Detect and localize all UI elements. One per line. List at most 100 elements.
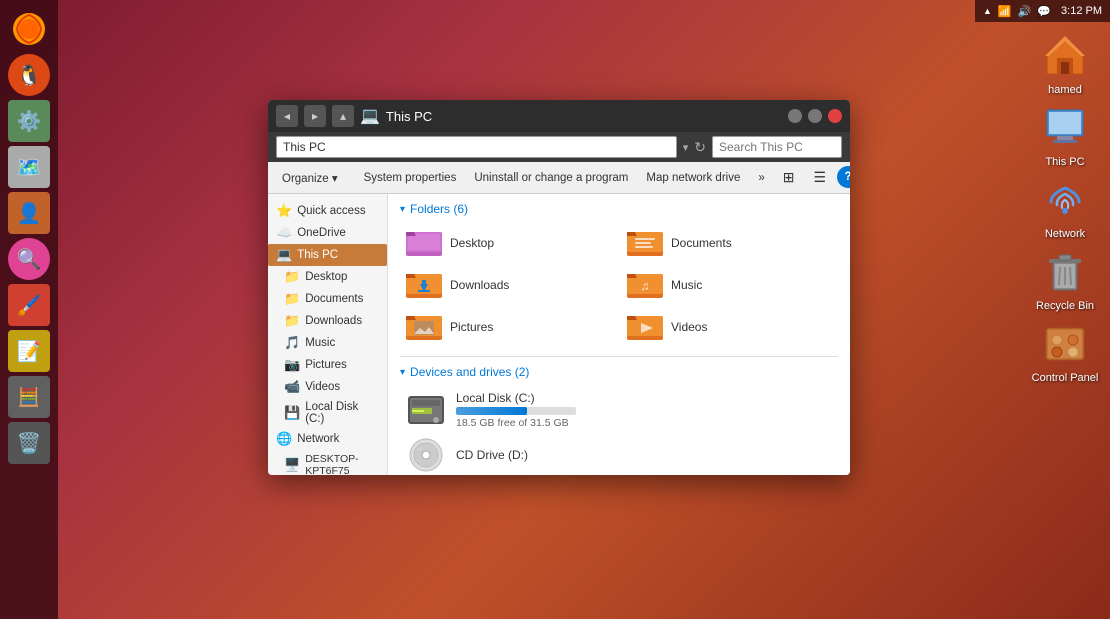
sidebar-item-pictures[interactable]: 📷 Pictures	[268, 354, 387, 376]
refresh-button[interactable]: ↻	[694, 139, 706, 156]
folder-downloads[interactable]: Downloads	[400, 266, 617, 304]
local-disk-name: Local Disk (C:)	[456, 391, 576, 405]
window-icon: 💻	[360, 106, 380, 126]
sidebar-item-quick-access[interactable]: ⭐ Quick access	[268, 200, 387, 222]
cd-drive-info: CD Drive (D:)	[456, 448, 528, 462]
desktop-icon-this-pc[interactable]: This PC	[1025, 104, 1105, 168]
section-divider	[400, 356, 838, 357]
firefox-taskbar-icon[interactable]	[8, 8, 50, 50]
sidebar-item-onedrive[interactable]: ☁️ OneDrive	[268, 222, 387, 244]
maps-taskbar-icon[interactable]: 🗺️	[8, 146, 50, 188]
pictures-folder-icon	[406, 312, 442, 342]
folder-videos[interactable]: Videos	[621, 308, 838, 346]
folders-section-header[interactable]: Folders (6)	[400, 202, 838, 216]
this-pc-label: This PC	[1045, 156, 1084, 168]
view-toggle-button[interactable]: ⊞	[775, 166, 803, 190]
calc-taskbar-icon[interactable]: 🧮	[8, 376, 50, 418]
address-input[interactable]	[276, 136, 677, 158]
sidebar-item-downloads[interactable]: 📁 Downloads	[268, 310, 387, 332]
desktop-sidebar-icon: 📁	[284, 269, 300, 285]
folder-pictures[interactable]: Pictures	[400, 308, 617, 346]
documents-folder-name: Documents	[671, 236, 732, 250]
downloads-sidebar-icon: 📁	[284, 313, 300, 329]
local-disk-sidebar-icon: 💾	[284, 405, 300, 421]
videos-sidebar-icon: 📹	[284, 379, 300, 395]
tray-chevron[interactable]: ▲	[983, 6, 992, 16]
system-properties-button[interactable]: System properties	[356, 166, 465, 190]
help-button[interactable]: ?	[837, 166, 850, 188]
back-button[interactable]: ◂	[276, 105, 298, 127]
onedrive-icon: ☁️	[276, 225, 292, 241]
desktop-icon-hamed[interactable]: hamed	[1025, 32, 1105, 96]
devices-section-header[interactable]: Devices and drives (2)	[400, 365, 838, 379]
minimize-button[interactable]	[788, 109, 802, 123]
settings-taskbar-icon[interactable]: ⚙️	[8, 100, 50, 142]
music-sidebar-icon: 🎵	[284, 335, 300, 351]
sidebar-item-local-disk[interactable]: 💾 Local Disk (C:)	[268, 398, 387, 428]
folder-desktop[interactable]: Desktop	[400, 224, 617, 262]
sidebar-item-this-pc[interactable]: 💻 This PC	[268, 244, 387, 266]
sidebar-item-desktop[interactable]: 📁 Desktop	[268, 266, 387, 288]
sidebar-item-videos[interactable]: 📹 Videos	[268, 376, 387, 398]
tray-volume-icon[interactable]: 🔊	[1018, 5, 1032, 18]
system-tray: ▲ 📶 🔊 💬 3:12 PM	[975, 0, 1110, 22]
contacts-taskbar-icon[interactable]: 👤	[8, 192, 50, 234]
title-bar: ◂ ▸ ▴ 💻 This PC	[268, 100, 850, 132]
drive-local-disk[interactable]: Local Disk (C:) 18.5 GB free of 31.5 GB	[400, 387, 838, 433]
main-content: ⭐ Quick access ☁️ OneDrive 💻 This PC 📁 D…	[268, 194, 850, 475]
local-disk-icon	[406, 392, 446, 428]
cd-drive-icon	[406, 437, 446, 473]
desktop-icon-recycle-bin[interactable]: Recycle Bin	[1025, 248, 1105, 312]
svg-text:♫: ♫	[641, 279, 650, 293]
map-network-button[interactable]: Map network drive	[638, 166, 748, 190]
trash-taskbar-icon[interactable]: 🗑️	[8, 422, 50, 464]
drives-section: Local Disk (C:) 18.5 GB free of 31.5 GB	[400, 387, 838, 475]
downloads-folder-icon	[406, 270, 442, 300]
sidebar-item-music[interactable]: 🎵 Music	[268, 332, 387, 354]
folders-grid: Desktop Documents	[400, 224, 838, 346]
close-button[interactable]	[828, 109, 842, 123]
recycle-bin-label: Recycle Bin	[1036, 300, 1094, 312]
tray-notification-icon[interactable]: 💬	[1037, 5, 1051, 18]
music-folder-name: Music	[671, 278, 702, 292]
drive-cd[interactable]: CD Drive (D:)	[400, 433, 838, 475]
control-panel-label: Control Panel	[1032, 372, 1099, 384]
more-button[interactable]: »	[750, 166, 772, 190]
sidebar: ⭐ Quick access ☁️ OneDrive 💻 This PC 📁 D…	[268, 194, 388, 475]
toolbar: Organize ▾ System properties Uninstall o…	[268, 162, 850, 194]
sidebar-item-documents[interactable]: 📁 Documents	[268, 288, 387, 310]
desktop-icon-control-panel[interactable]: Control Panel	[1025, 320, 1105, 384]
pictures-sidebar-icon: 📷	[284, 357, 300, 373]
network-label: Network	[1045, 228, 1085, 240]
content-area: Folders (6) Desktop	[388, 194, 850, 475]
tray-network-icon[interactable]: 📶	[998, 5, 1012, 18]
folder-music[interactable]: ♫ Music	[621, 266, 838, 304]
address-dropdown[interactable]: ▾	[683, 141, 689, 154]
pictures-folder-name: Pictures	[450, 320, 493, 334]
this-pc-sidebar-icon: 💻	[276, 247, 292, 263]
desktop-icon-network[interactable]: Network	[1025, 176, 1105, 240]
notepad-taskbar-icon[interactable]: 📝	[8, 330, 50, 372]
sidebar-item-network[interactable]: 🌐 Network	[268, 428, 387, 450]
clock: 3:12 PM	[1061, 5, 1102, 17]
ubuntu-taskbar-icon[interactable]: 🐧	[8, 54, 50, 96]
up-button[interactable]: ▴	[332, 105, 354, 127]
network-sidebar-icon: 🌐	[276, 431, 292, 447]
search-taskbar-icon[interactable]: 🔍	[8, 238, 50, 280]
documents-folder-icon	[627, 228, 663, 258]
local-disk-info: Local Disk (C:) 18.5 GB free of 31.5 GB	[456, 391, 576, 429]
forward-button[interactable]: ▸	[304, 105, 326, 127]
search-input[interactable]	[712, 136, 842, 158]
paint-taskbar-icon[interactable]: 🖌️	[8, 284, 50, 326]
local-disk-bar-fill	[456, 407, 527, 415]
maximize-button[interactable]	[808, 109, 822, 123]
downloads-folder-name: Downloads	[450, 278, 509, 292]
desktop-folder-icon	[406, 228, 442, 258]
cd-drive-name: CD Drive (D:)	[456, 448, 528, 462]
organize-button[interactable]: Organize ▾	[274, 166, 346, 190]
sidebar-item-desktop-kpt[interactable]: 🖥️ DESKTOP-KPT6F75	[268, 450, 387, 475]
uninstall-button[interactable]: Uninstall or change a program	[466, 166, 636, 190]
folder-documents[interactable]: Documents	[621, 224, 838, 262]
view-details-button[interactable]: ☰	[806, 166, 835, 190]
quick-access-icon: ⭐	[276, 203, 292, 219]
